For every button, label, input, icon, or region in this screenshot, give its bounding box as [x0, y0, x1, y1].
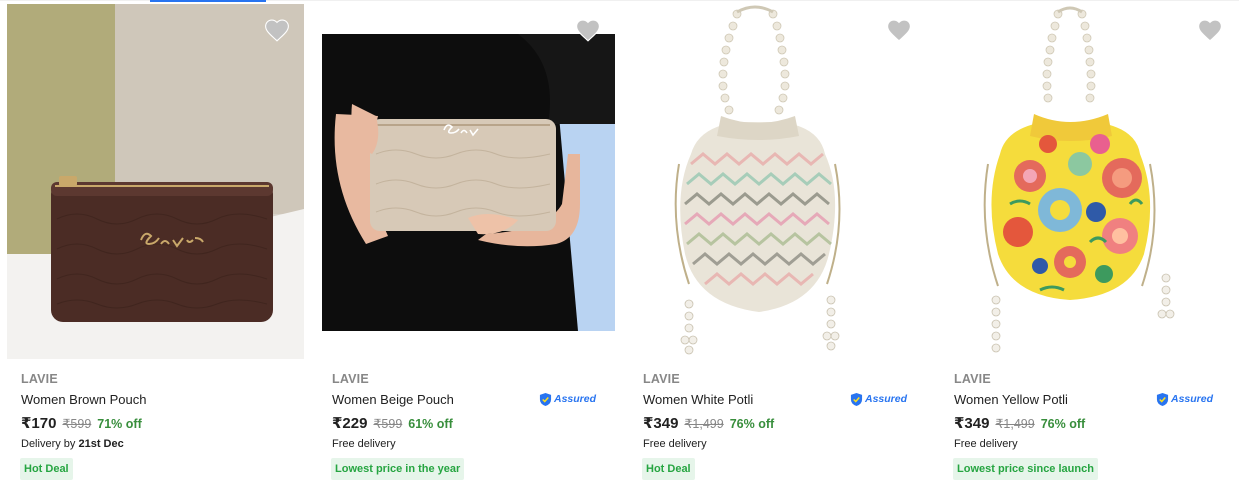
- delivery-prefix: Free delivery: [643, 438, 707, 450]
- assured-label: Assured: [553, 393, 596, 405]
- assured-badge: Assured: [1156, 392, 1213, 407]
- deal-badge: Lowest price since launch: [953, 458, 1098, 480]
- product-image[interactable]: [629, 4, 926, 359]
- heart-icon[interactable]: [575, 18, 601, 42]
- product-title[interactable]: Women Brown Pouch: [21, 392, 147, 407]
- assured-shield-icon: [539, 392, 552, 406]
- product-mrp: ₹599: [373, 417, 403, 431]
- product-image[interactable]: [940, 4, 1237, 359]
- product-brand: LAVIE: [643, 372, 680, 386]
- product-discount: 76% off: [1040, 417, 1086, 431]
- assured-shield-icon: [1156, 392, 1169, 406]
- product-brand: LAVIE: [332, 372, 369, 386]
- product-mrp: ₹599: [62, 417, 92, 431]
- deal-badge: Hot Deal: [642, 458, 695, 480]
- delivery-info: Free delivery: [643, 438, 921, 450]
- product-discount: 76% off: [729, 417, 775, 431]
- product-price: ₹349: [954, 415, 990, 432]
- product-card[interactable]: LAVIE Women White Potli Assured ₹349 ₹1,…: [622, 4, 933, 484]
- product-info[interactable]: LAVIE Women Yellow Potli Assured ₹349 ₹1…: [953, 372, 1227, 480]
- product-title[interactable]: Women Beige Pouch: [332, 392, 454, 407]
- product-card[interactable]: LAVIE Women Beige Pouch Assured ₹229 ₹59…: [311, 4, 622, 484]
- product-image[interactable]: [7, 4, 304, 359]
- assured-label: Assured: [1170, 393, 1213, 405]
- product-mrp: ₹1,499: [995, 417, 1035, 431]
- assured-shield-icon: [850, 392, 863, 406]
- assured-badge: Assured: [850, 392, 907, 407]
- product-price: ₹349: [643, 415, 679, 432]
- assured-badge: Assured: [539, 392, 596, 407]
- product-info[interactable]: LAVIE Women White Potli Assured ₹349 ₹1,…: [642, 372, 921, 480]
- delivery-info: Delivery by 21st Dec: [21, 438, 299, 450]
- product-discount: 61% off: [408, 417, 453, 431]
- deal-badge: Hot Deal: [20, 458, 73, 480]
- product-price: ₹170: [21, 415, 57, 432]
- product-discount: 71% off: [97, 417, 142, 431]
- product-card[interactable]: LAVIE Women Yellow Potli Assured ₹349 ₹1…: [933, 4, 1239, 484]
- product-brand: LAVIE: [954, 372, 991, 386]
- heart-icon[interactable]: [1197, 18, 1223, 42]
- delivery-info: Free delivery: [954, 438, 1227, 450]
- product-price: ₹229: [332, 415, 368, 432]
- delivery-date: 21st Dec: [78, 438, 124, 450]
- assured-label: Assured: [864, 393, 907, 405]
- deal-badge: Lowest price in the year: [331, 458, 465, 480]
- delivery-prefix: Free delivery: [332, 438, 396, 450]
- product-grid: LAVIE Women Brown Pouch ₹170 ₹599 71% of…: [0, 4, 1239, 484]
- product-card[interactable]: LAVIE Women Brown Pouch ₹170 ₹599 71% of…: [0, 4, 311, 484]
- heart-icon[interactable]: [264, 18, 290, 42]
- delivery-prefix: Delivery by: [21, 438, 79, 450]
- product-info[interactable]: LAVIE Women Brown Pouch ₹170 ₹599 71% of…: [20, 372, 299, 480]
- product-mrp: ₹1,499: [684, 417, 724, 431]
- heart-icon[interactable]: [886, 18, 912, 42]
- active-tab-indicator: [150, 0, 266, 2]
- product-image[interactable]: [318, 4, 615, 359]
- product-title[interactable]: Women Yellow Potli: [954, 392, 1068, 407]
- delivery-info: Free delivery: [332, 438, 610, 450]
- product-title[interactable]: Women White Potli: [643, 392, 753, 407]
- product-info[interactable]: LAVIE Women Beige Pouch Assured ₹229 ₹59…: [331, 372, 610, 480]
- product-brand: LAVIE: [21, 372, 58, 386]
- delivery-prefix: Free delivery: [954, 438, 1018, 450]
